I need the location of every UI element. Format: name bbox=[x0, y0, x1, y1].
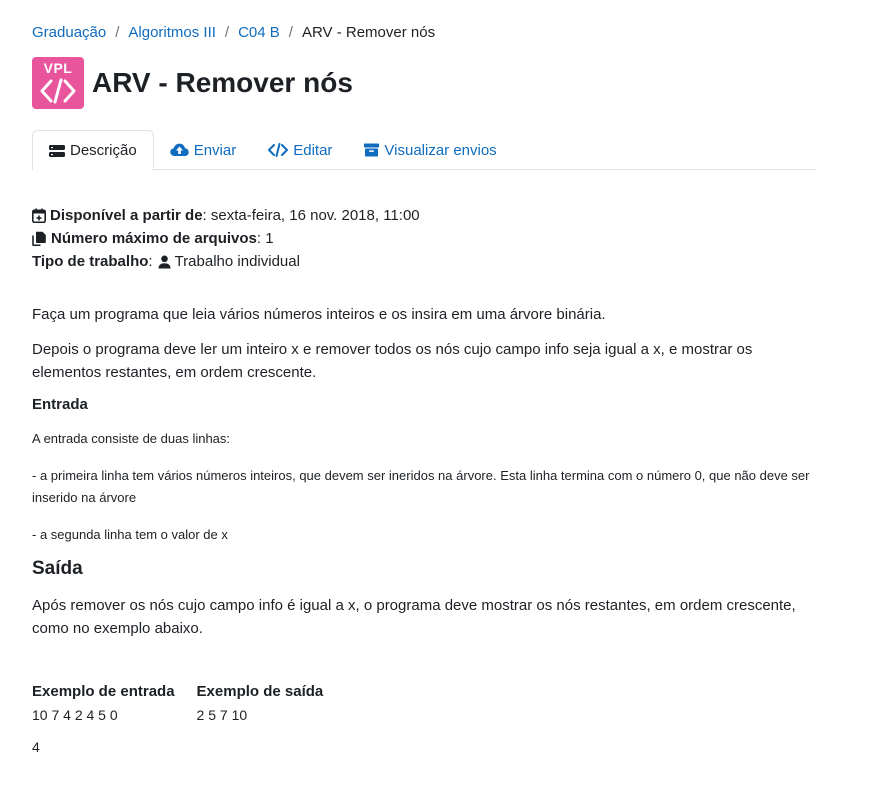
meta-work-type-row: Tipo de trabalho : Trabalho individual bbox=[32, 250, 420, 273]
page-title: ARV - Remover nós bbox=[92, 67, 353, 98]
breadcrumb-link-c04b[interactable]: C04 B bbox=[238, 24, 280, 41]
breadcrumb-link-graduacao[interactable]: Graduação bbox=[32, 24, 106, 41]
meta-available-value: : sexta-feira, 16 nov. 2018, 11:00 bbox=[202, 207, 420, 224]
cloud-upload-icon bbox=[169, 143, 189, 156]
table-header-row: Exemplo de entrada Exemplo de saída bbox=[32, 683, 345, 707]
example-input-header: Exemplo de entrada bbox=[32, 683, 175, 700]
page-header: VPL ARV - Remover nós bbox=[32, 57, 353, 109]
meta-available-row: Disponível a partir de : sexta-feira, 16… bbox=[32, 204, 420, 227]
breadcrumb-current: ARV - Remover nós bbox=[301, 24, 436, 41]
user-icon bbox=[158, 255, 171, 268]
tab-enviar-label: Enviar bbox=[193, 141, 237, 159]
breadcrumb: Graduação / Algoritmos III / C04 B / ARV… bbox=[32, 24, 435, 41]
tab-enviar[interactable]: Enviar bbox=[154, 130, 253, 170]
entrada-paragraph: A entrada consiste de duas linhas: bbox=[32, 431, 231, 446]
assignment-meta: Disponível a partir de : sexta-feira, 16… bbox=[32, 204, 420, 273]
example-output-cell: 2 5 7 10 bbox=[197, 707, 346, 755]
breadcrumb-separator: / bbox=[288, 24, 293, 41]
meta-work-type-label: Tipo de trabalho bbox=[32, 253, 149, 270]
vpl-logo-icon: VPL bbox=[32, 57, 84, 109]
saida-heading: Saída bbox=[32, 558, 83, 579]
description-content: Faça um programa que leia vários números… bbox=[32, 303, 822, 755]
meta-work-type-sep: : bbox=[148, 253, 153, 270]
tab-visualizar-envios[interactable]: Visualizar envios bbox=[348, 130, 512, 170]
description-paragraph: Faça um programa que leia vários números… bbox=[32, 306, 606, 323]
code-brackets-icon bbox=[40, 78, 76, 104]
saida-paragraph: Após remover os nós cujo campo info é ig… bbox=[32, 597, 796, 637]
table-row: 10 7 4 2 4 5 0 4 2 5 7 10 bbox=[32, 707, 345, 755]
calendar-plus-icon bbox=[32, 208, 46, 223]
copy-files-icon bbox=[32, 231, 46, 246]
tab-editar-label: Editar bbox=[293, 141, 333, 159]
meta-available-label: Disponível a partir de bbox=[50, 207, 203, 224]
breadcrumb-separator: / bbox=[224, 24, 230, 41]
example-input-line: 4 bbox=[32, 739, 40, 755]
tab-bar: Descrição Enviar Editar Visualizar envio… bbox=[32, 130, 816, 171]
tab-editar[interactable]: Editar bbox=[252, 130, 348, 170]
tab-descricao-label: Descrição bbox=[70, 142, 137, 159]
tab-descricao[interactable]: Descrição bbox=[32, 130, 154, 171]
list-icon bbox=[49, 144, 65, 157]
archive-icon bbox=[364, 143, 380, 157]
breadcrumb-separator: / bbox=[115, 24, 120, 41]
tab-visualizar-envios-label: Visualizar envios bbox=[384, 141, 497, 159]
example-input-line: 10 7 4 2 4 5 0 bbox=[32, 707, 118, 723]
code-icon bbox=[268, 143, 289, 157]
description-paragraph: Depois o programa deve ler um inteiro x … bbox=[32, 341, 753, 381]
breadcrumb-link-algoritmos[interactable]: Algoritmos III bbox=[128, 24, 216, 41]
entrada-paragraph: - a primeira linha tem vários números in… bbox=[32, 468, 810, 505]
example-input-cell: 10 7 4 2 4 5 0 4 bbox=[32, 707, 197, 755]
meta-max-files-label: Número máximo de arquivos bbox=[51, 230, 257, 247]
meta-max-files-value: : 1 bbox=[256, 230, 274, 247]
example-output-header: Exemplo de saída bbox=[196, 683, 324, 700]
meta-work-type-value: Trabalho individual bbox=[174, 253, 300, 270]
meta-max-files-row: Número máximo de arquivos : 1 bbox=[32, 227, 420, 250]
example-output-line: 2 5 7 10 bbox=[196, 707, 248, 723]
vpl-logo-text: VPL bbox=[43, 60, 73, 76]
example-table: Exemplo de entrada Exemplo de saída 10 7… bbox=[32, 683, 345, 755]
entrada-paragraph: - a segunda linha tem o valor de x bbox=[32, 527, 228, 542]
entrada-heading: Entrada bbox=[32, 396, 88, 413]
